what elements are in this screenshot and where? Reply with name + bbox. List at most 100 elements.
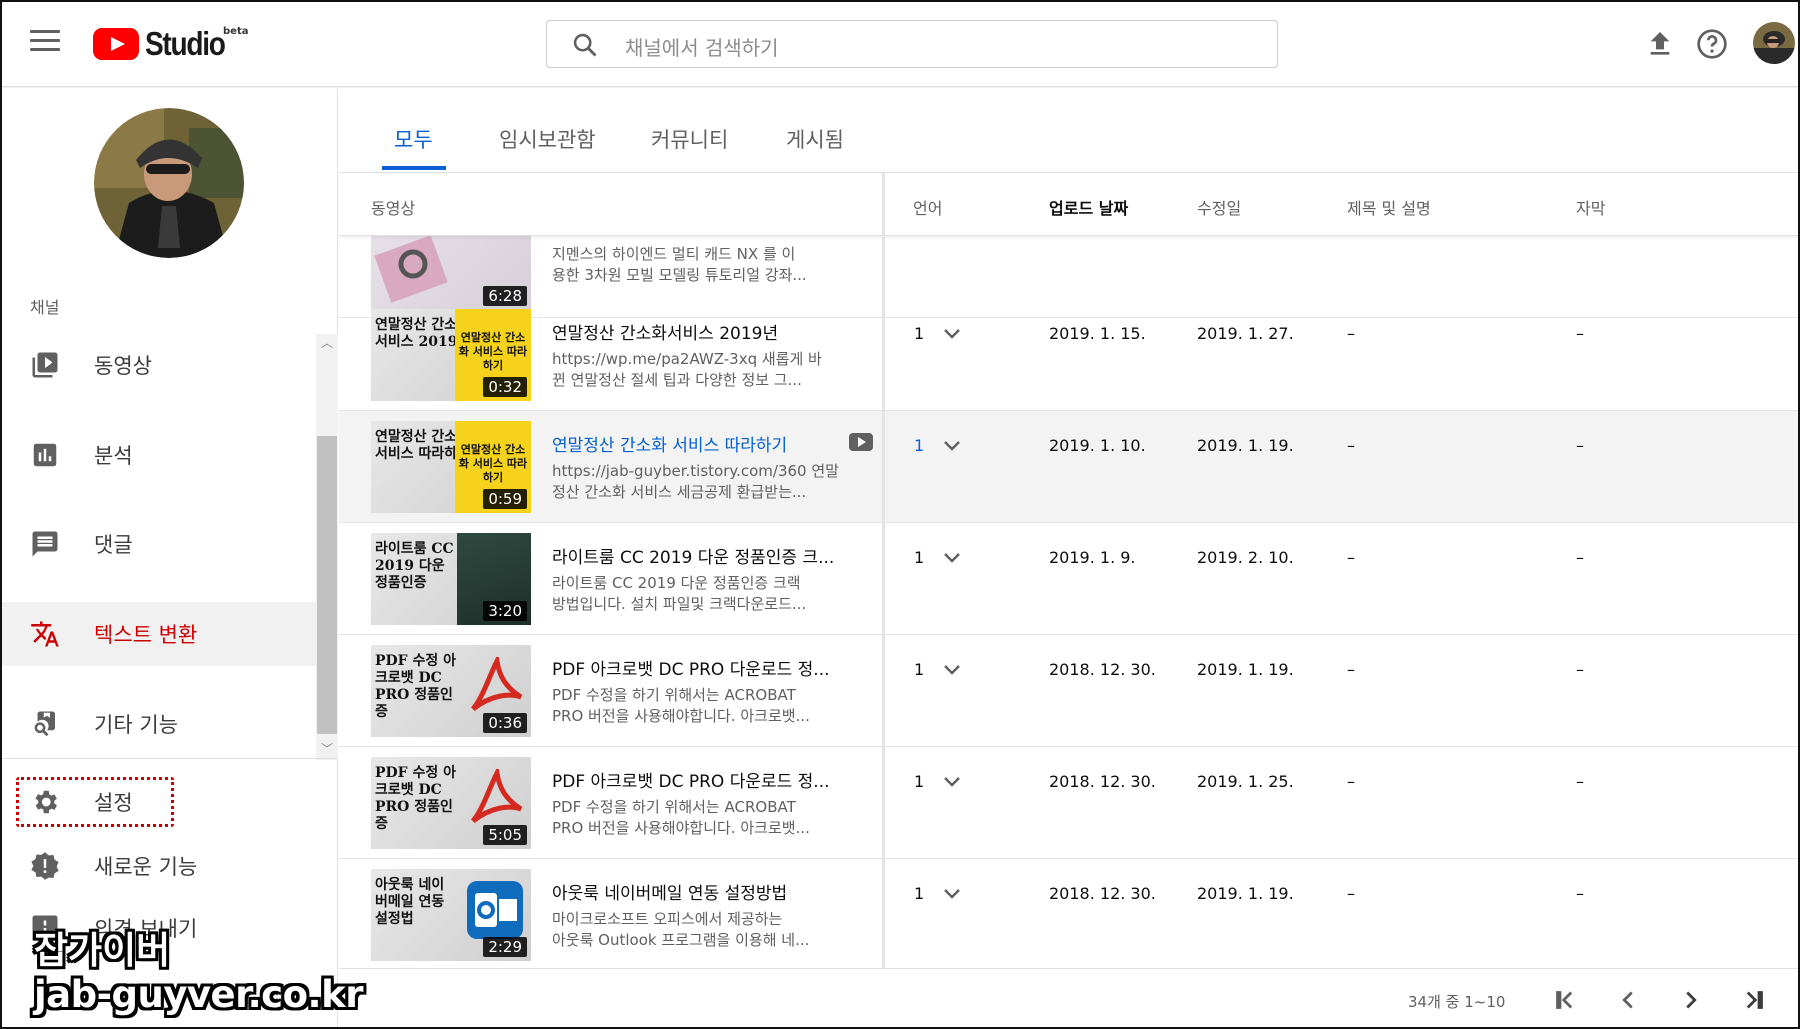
column-divider — [882, 172, 885, 992]
chevron-down-icon[interactable] — [944, 327, 960, 341]
site-watermark: 잡가이버 jab-guyver.co.kr — [34, 930, 363, 1018]
video-duration: 0:36 — [483, 713, 527, 733]
search-icon — [573, 33, 597, 57]
thumbnail-text: PDF 수정 아크로뱃 DC PRO 정품인증 — [375, 653, 456, 720]
channel-search-input[interactable]: 채널에서 검색하기 — [546, 20, 1278, 68]
upload-date: 2018. 12. 30. — [1049, 884, 1156, 903]
desc-line: https://wp.me/pa2AWZ-3xq 새롭게 바 — [552, 350, 822, 368]
sidebar-divider — [2, 758, 338, 759]
chevron-down-icon[interactable] — [944, 439, 960, 453]
hamburger-menu-icon[interactable] — [30, 30, 60, 58]
title-desc-status: – — [1347, 772, 1355, 791]
youtube-view-icon[interactable] — [849, 433, 873, 451]
chevron-down-icon[interactable] — [944, 551, 960, 565]
upload-date: 2019. 1. 10. — [1049, 436, 1146, 455]
upload-date: 2018. 12. 30. — [1049, 772, 1156, 791]
sidebar-item-label: 새로운 기능 — [94, 855, 198, 879]
watermark-url: jab-guyver.co.kr — [34, 973, 363, 1016]
col-header-title-desc[interactable]: 제목 및 설명 — [1347, 195, 1431, 219]
language-count[interactable]: 1 — [914, 436, 924, 455]
table-row[interactable]: 라이트룸 CC 2019 다운 정품인증 3:20 라이트룸 CC 2019 다… — [339, 523, 1798, 635]
first-page-icon[interactable] — [1550, 985, 1580, 1015]
table-row[interactable]: PDF 수정 아크로뱃 DC PRO 정품인증 0:36 PDF 아크로뱃 DC… — [339, 635, 1798, 747]
sidebar-scroll-thumb[interactable] — [317, 436, 337, 734]
modified-date: 2019. 1. 19. — [1197, 436, 1294, 455]
sidebar-item-videos[interactable]: 동영상 — [2, 333, 316, 397]
title-desc-status: – — [1347, 324, 1355, 343]
video-title[interactable]: 연말정산 간소화서비스 2019년 — [552, 319, 842, 344]
table-row[interactable]: 아웃룩 네이버메일 연동 설정법 2:29 아웃룩 네이버메일 연동 설정방법 … — [339, 859, 1798, 971]
video-duration: 0:32 — [483, 377, 527, 397]
modified-date: 2019. 1. 25. — [1197, 772, 1294, 791]
video-thumbnail[interactable]: 라이트룸 CC 2019 다운 정품인증 3:20 — [371, 533, 531, 625]
video-title[interactable]: PDF 아크로뱃 DC PRO 다운로드 정... — [552, 767, 842, 792]
video-title[interactable]: 라이트룸 CC 2019 다운 정품인증 크... — [552, 543, 842, 568]
tab-published[interactable]: 게시됨 — [786, 124, 844, 154]
pagination-range: 34개 중 1~10 — [1408, 993, 1506, 1011]
col-header-upload-date[interactable]: 업로드 날짜 — [1049, 195, 1128, 219]
language-count: 1 — [914, 772, 925, 791]
tab-drafts[interactable]: 임시보관함 — [499, 124, 596, 154]
last-page-icon[interactable] — [1739, 985, 1769, 1015]
comment-icon — [32, 531, 58, 557]
active-tab-indicator — [382, 166, 446, 170]
sidebar-item-comments[interactable]: 댓글 — [2, 512, 316, 576]
video-description: PDF 수정을 하기 위해서는 ACROBAT PRO 버전을 사용해야합니다. … — [552, 685, 842, 727]
settings-highlight-box — [16, 777, 174, 827]
sidebar-item-other-features[interactable]: 기타 기능 — [2, 692, 316, 756]
outlook-icon — [467, 881, 523, 939]
table-row[interactable]: 연말정산 간소화 서비스 따라하기 연말정산 간소화 서비스 따라하기 0:59… — [339, 411, 1798, 523]
scroll-up-icon[interactable]: ︿ — [320, 337, 334, 349]
tab-all[interactable]: 모두 — [394, 124, 433, 154]
sidebar-item-whats-new[interactable]: 새로운 기능 — [2, 841, 338, 891]
video-title[interactable]: 아웃룩 네이버메일 연동 설정방법 — [552, 879, 842, 904]
account-avatar[interactable] — [1753, 22, 1795, 64]
studio-logo[interactable]: Studio beta — [93, 24, 248, 64]
translate-icon — [31, 621, 59, 647]
video-thumbnail[interactable]: PDF 수정 아크로뱃 DC PRO 정품인증 0:36 — [371, 645, 531, 737]
chevron-down-icon[interactable] — [944, 887, 960, 901]
video-thumbnail[interactable]: 연말정산 간소화 서비스 따라하기 연말정산 간소화 서비스 따라하기 0:59 — [371, 421, 531, 513]
col-header-subtitles[interactable]: 자막 — [1576, 195, 1605, 219]
subtitle-status: – — [1576, 548, 1584, 567]
col-header-language[interactable]: 언어 — [913, 195, 942, 219]
chevron-down-icon[interactable] — [944, 775, 960, 789]
channel-avatar[interactable] — [94, 108, 244, 258]
video-thumbnail[interactable]: PDF 수정 아크로뱃 DC PRO 정품인증 5:05 — [371, 757, 531, 849]
table-row[interactable]: PDF 수정 아크로뱃 DC PRO 정품인증 5:05 PDF 아크로뱃 DC… — [339, 747, 1798, 859]
tab-community[interactable]: 커뮤니티 — [651, 124, 728, 154]
chevron-down-icon[interactable] — [944, 663, 960, 677]
video-title[interactable]: 연말정산 간소화 서비스 따라하기 — [552, 431, 842, 456]
language-count: 1 — [914, 884, 925, 903]
thumbnail-text: 라이트룸 CC 2019 다운 정품인증 — [375, 541, 454, 591]
desc-line: 마이크로소프트 오피스에서 제공하는 — [552, 910, 783, 928]
next-page-icon[interactable] — [1676, 985, 1706, 1015]
sidebar-item-label: 텍스트 변환 — [94, 623, 198, 647]
desc-line: PRO 버전을 사용해야합니다. 아크로뱃... — [552, 819, 810, 837]
table-row[interactable]: 연말정산 간소화서비스 2019년 연말정산 간소화 서비스 따라하기 0:32… — [339, 299, 1798, 411]
video-title[interactable]: PDF 아크로뱃 DC PRO 다운로드 정... — [552, 655, 842, 680]
app-frame: Studio beta 채널에서 검색하기 채널 동영상 분석 댓글 텍스트 변… — [0, 0, 1800, 1029]
help-icon[interactable] — [1696, 28, 1728, 60]
video-description: 지멘스의 하이엔드 멀티 캐드 NX 를 이 용한 3차원 모빌 모델링 튜토리… — [552, 244, 842, 286]
desc-line: 용한 3차원 모빌 모델링 튜토리얼 강좌... — [552, 266, 807, 284]
sidebar-item-analytics[interactable]: 분석 — [2, 423, 316, 487]
logo-beta-badge: beta — [223, 26, 249, 37]
desc-line: 라이트룸 CC 2019 다운 정품인증 크랙 — [552, 574, 801, 592]
video-thumbnail[interactable]: 연말정산 간소화서비스 2019년 연말정산 간소화 서비스 따라하기 0:32 — [371, 309, 531, 401]
sidebar-item-translations[interactable]: 텍스트 변환 — [2, 602, 316, 666]
upload-date: 2019. 1. 9. — [1049, 548, 1136, 567]
video-description: https://wp.me/pa2AWZ-3xq 새롭게 바뀐 연말정산 절세 … — [552, 349, 842, 391]
logo-text: Studio — [145, 25, 226, 62]
prev-page-icon[interactable] — [1613, 985, 1643, 1015]
upload-icon[interactable] — [1644, 28, 1676, 60]
youtube-play-icon — [93, 28, 139, 60]
video-thumbnail[interactable]: 아웃룩 네이버메일 연동 설정법 2:29 — [371, 869, 531, 961]
subtitle-status: – — [1576, 772, 1584, 791]
desc-line: PDF 수정을 하기 위해서는 ACROBAT — [552, 686, 796, 704]
col-header-video[interactable]: 동영상 — [371, 195, 415, 219]
acrobat-icon — [471, 657, 523, 712]
desc-line: 지멘스의 하이엔드 멀티 캐드 NX 를 이 — [552, 245, 796, 263]
col-header-modified[interactable]: 수정일 — [1197, 195, 1241, 219]
scroll-down-icon[interactable]: ﹀ — [320, 743, 334, 755]
